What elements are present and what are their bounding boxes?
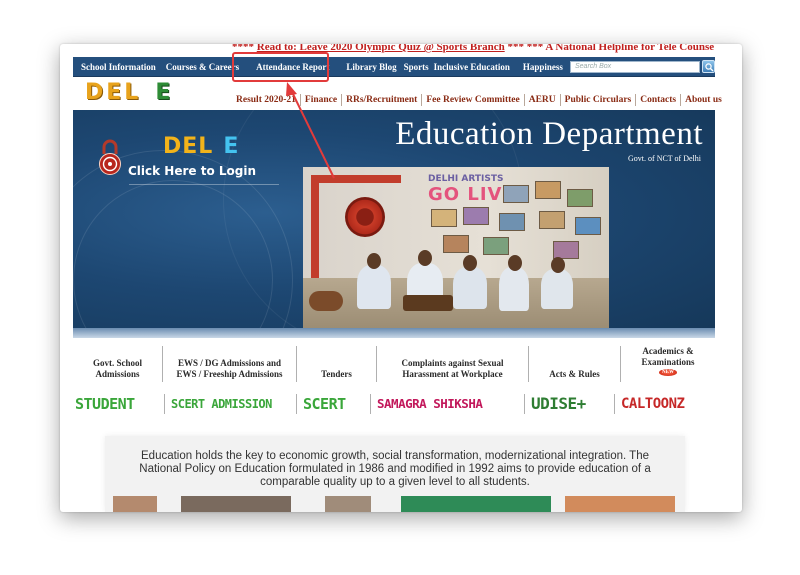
link-line1: Govt. School — [92, 358, 142, 368]
link-line2: Tenders — [321, 369, 352, 379]
thumbnail[interactable] — [325, 496, 371, 512]
nav-public-circulars[interactable]: Public Circulars — [559, 94, 636, 106]
partner-student[interactable]: STUDENT — [73, 394, 165, 414]
login-logo-e: E — [223, 134, 240, 159]
nav-about-us[interactable]: About us — [680, 94, 726, 106]
search-go-button[interactable] — [702, 60, 715, 73]
search-input[interactable]: Search Box — [570, 61, 700, 73]
link-academics-examinations[interactable]: Academics & Examinations NEW — [621, 346, 715, 382]
banner-photo: DELHI ARTISTS GO LIVE! — [303, 167, 609, 328]
nav-contacts[interactable]: Contacts — [635, 94, 680, 106]
link-line2: Examinations — [641, 357, 695, 367]
partner-udise[interactable]: UDISE+ — [525, 394, 615, 414]
link-line1: EWS / DG Admissions and — [177, 358, 282, 368]
login-text: Click Here to Login — [128, 164, 257, 178]
nav-finance[interactable]: Finance — [299, 94, 341, 106]
partner-scert-admission[interactable]: SCERT ADMISSION — [165, 394, 297, 414]
site-logo[interactable]: DEL E — [85, 80, 173, 108]
top-navigation: School Information Courses & Careers Att… — [73, 57, 715, 77]
login-logo-del: DEL — [163, 134, 214, 159]
lock-icon — [99, 139, 121, 175]
nav-fee-review[interactable]: Fee Review Committee — [421, 94, 523, 106]
intro-section: Education holds the key to economic grow… — [105, 436, 685, 512]
nav-sports[interactable]: Sports — [402, 57, 431, 77]
link-line2: EWS / Freeship Admissions — [176, 369, 283, 379]
partner-caltoonz[interactable]: CALTOONZ — [615, 394, 703, 414]
link-line2: Harassment at Workplace — [402, 369, 503, 379]
attendance-report-highlight — [232, 52, 329, 82]
link-govt-school-admissions[interactable]: Govt. School Admissions — [73, 346, 163, 382]
nav-happiness[interactable]: Happiness — [513, 57, 568, 77]
link-line1: Complaints against Sexual — [401, 358, 504, 368]
nav-school-information[interactable]: School Information — [73, 57, 161, 77]
banner-title: Education Department — [395, 116, 703, 152]
intro-text: Education holds the key to economic grow… — [139, 450, 651, 488]
thumbnail[interactable] — [565, 496, 675, 512]
nav-recruitment[interactable]: RRs/Recruitment — [341, 94, 421, 106]
thumbnail[interactable] — [181, 496, 291, 512]
browser-page: **** Read to: Leave 2020 Olympic Quiz @ … — [60, 44, 742, 512]
ticker-suffix: *** *** A National Helpline for Tele Cou… — [504, 44, 715, 53]
search-icon — [705, 63, 714, 72]
link-tenders[interactable]: Tenders — [297, 346, 377, 382]
nav-inclusive-education[interactable]: Inclusive Education — [431, 57, 513, 77]
partner-links: STUDENT SCERT ADMISSION SCERT SAMAGRA SH… — [73, 393, 715, 415]
nav-result[interactable]: Result 2020-21 — [232, 94, 300, 106]
quick-links: Govt. School Admissions EWS / DG Admissi… — [73, 346, 715, 382]
partner-samagra-shiksha[interactable]: SAMAGRA SHIKSHA — [371, 394, 525, 414]
link-line2: Acts & Rules — [549, 369, 600, 379]
thumbnail[interactable] — [113, 496, 157, 512]
link-line2: Admissions — [95, 369, 140, 379]
link-ews-dg-admissions[interactable]: EWS / DG Admissions and EWS / Freeship A… — [163, 346, 297, 382]
link-acts-rules[interactable]: Acts & Rules — [529, 346, 621, 382]
logo-del: DEL — [85, 80, 142, 105]
link-complaints-harassment[interactable]: Complaints against Sexual Harassment at … — [377, 346, 529, 382]
banner-subtitle: Govt. of NCT of Delhi — [628, 154, 701, 163]
fire-hose-reel — [345, 197, 385, 237]
link-line1: Academics & — [642, 346, 694, 356]
new-badge: NEW — [659, 369, 677, 376]
logo-e: E — [155, 80, 174, 105]
secondary-navigation: Result 2020-21 Finance RRs/Recruitment F… — [232, 92, 726, 108]
nav-aeru[interactable]: AERU — [523, 94, 560, 106]
nav-library-blog[interactable]: Library Blog — [341, 57, 401, 77]
thumbnail[interactable] — [401, 496, 551, 512]
login-link[interactable]: DEL E Click Here to Login — [97, 134, 279, 204]
partner-scert[interactable]: SCERT — [297, 394, 371, 414]
login-logo: DEL E — [163, 134, 239, 159]
hero-banner: Education Department Govt. of NCT of Del… — [73, 110, 715, 338]
